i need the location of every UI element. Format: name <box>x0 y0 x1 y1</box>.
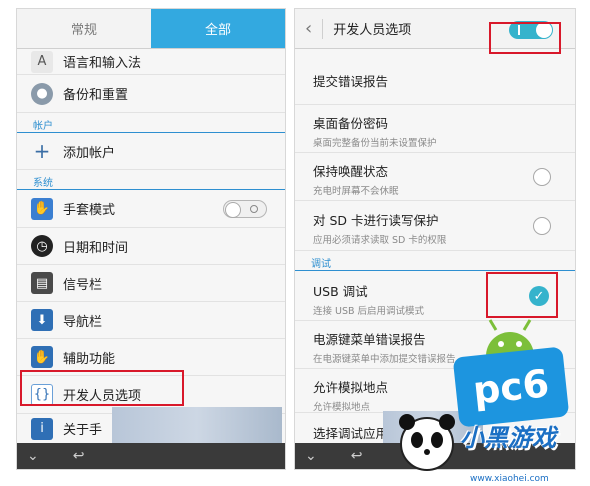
option-desktop-backup-password[interactable]: 桌面备份密码 桌面完整备份当前未设置保护 <box>295 105 575 153</box>
option-subtitle: 充电时屏幕不会休眠 <box>313 186 399 197</box>
option-subtitle: 桌面完整备份当前未设置保护 <box>313 138 437 149</box>
stay-awake-checkbox[interactable] <box>533 168 551 186</box>
back-chevron-icon[interactable]: ‹ <box>305 18 312 39</box>
panda-mascot <box>392 392 462 472</box>
sd-card-protect-checkbox[interactable] <box>533 217 551 235</box>
chevron-down-icon[interactable]: ⌄ <box>305 448 317 464</box>
pc6-logo-text: pc6 <box>470 361 552 413</box>
settings-item-add-account[interactable]: + 添加帐户 <box>17 133 285 170</box>
settings-item-signal-bar[interactable]: ▤ 信号栏 <box>17 265 285 302</box>
item-label: 信号栏 <box>63 277 103 293</box>
highlight-box-toggle <box>489 22 561 54</box>
glove-icon: ✋ <box>31 197 53 220</box>
option-subtitle: 应用必须请求读取 SD 卡的权限 <box>313 235 447 246</box>
option-stay-awake[interactable]: 保持唤醒状态 充电时屏幕不会休眠 <box>295 153 575 201</box>
section-header-debugging: 调试 <box>295 251 575 271</box>
add-icon: + <box>33 139 51 163</box>
back-arrow-icon[interactable]: ↩ <box>73 448 85 464</box>
settings-item-date-time[interactable]: ◷ 日期和时间 <box>17 228 285 265</box>
highlight-box-usb-debugging <box>486 272 558 318</box>
chevron-down-icon[interactable]: ⌄ <box>27 448 39 464</box>
glove-mode-toggle[interactable] <box>223 199 267 218</box>
section-header-system: 系统 <box>17 170 285 190</box>
item-label: 日期和时间 <box>63 240 129 256</box>
signal-bar-icon: ▤ <box>31 272 53 294</box>
clock-icon: ◷ <box>31 235 53 257</box>
settings-item-nav-bar[interactable]: ⬇ 导航栏 <box>17 302 285 339</box>
item-label: 关于手 <box>63 423 103 438</box>
item-label: 添加帐户 <box>63 145 116 161</box>
page-title: 开发人员选项 <box>333 23 412 38</box>
item-label: 备份和重置 <box>63 88 129 103</box>
settings-item-backup[interactable]: ● 备份和重置 <box>17 75 285 113</box>
settings-item-glove-mode[interactable]: ✋ 手套模式 <box>17 190 285 228</box>
hand-icon: ✋ <box>31 346 53 368</box>
option-title: 提交错误报告 <box>313 74 389 89</box>
language-icon: A <box>31 50 53 73</box>
watermark-brand: 小黑游戏 <box>460 418 586 466</box>
backup-icon: ● <box>31 82 53 105</box>
settings-item-language[interactable]: A 语言和输入法 <box>17 49 285 75</box>
pc6-badge: pc6 <box>452 346 570 428</box>
tab-bar: 常规 全部 <box>17 9 285 49</box>
back-arrow-icon[interactable]: ↩ <box>351 448 363 464</box>
item-label: 语言和输入法 <box>63 56 142 71</box>
option-title: 桌面备份密码 <box>313 116 389 131</box>
header-divider <box>322 18 324 39</box>
watermark-url: www.xiaohei.com <box>470 474 549 484</box>
navigation-bar-icon: ⬇ <box>31 309 53 331</box>
item-label: 辅助功能 <box>63 351 116 367</box>
highlight-box-developer-options <box>20 370 184 406</box>
watermark-brand-text: 小黑游戏 <box>460 424 556 452</box>
info-icon: i <box>31 417 53 440</box>
item-label: 导航栏 <box>63 314 103 330</box>
option-sd-card-protect[interactable]: 对 SD 卡进行读写保护 应用必须请求读取 SD 卡的权限 <box>295 201 575 251</box>
item-label: 手套模式 <box>63 203 116 218</box>
option-bug-report[interactable]: 提交错误报告 <box>295 49 575 105</box>
section-header-accounts: 帐户 <box>17 113 285 133</box>
tab-general[interactable]: 常规 <box>17 9 151 48</box>
tab-all[interactable]: 全部 <box>151 9 285 48</box>
system-nav-bar: ⌄ ↩ <box>17 443 285 469</box>
